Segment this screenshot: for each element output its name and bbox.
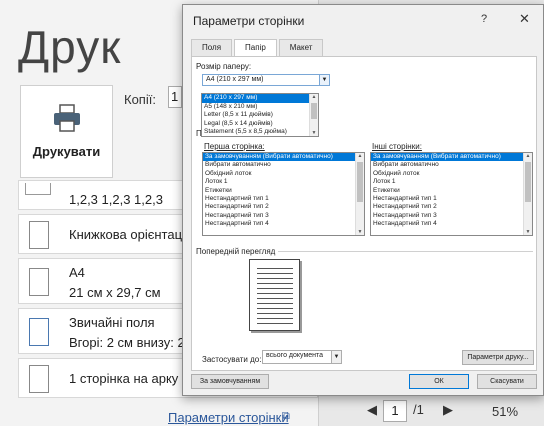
close-icon[interactable]: ✕ [519,11,530,27]
scroll-down-icon[interactable]: ▼ [525,229,531,235]
help-icon[interactable]: ? [481,13,487,25]
print-button[interactable]: Друкувати [20,85,113,178]
portrait-page-icon [29,221,49,249]
next-page-icon[interactable]: ▶ [443,402,453,418]
apply-to-select[interactable]: всього документа ▼ [262,350,342,364]
list-item[interactable]: Нестандартний тип 2 [371,203,532,211]
preview-divider [278,251,533,252]
margins-icon [29,318,49,346]
preview-line [257,308,293,309]
tab-layout[interactable]: Макет [278,39,324,56]
preview-line [257,283,293,284]
apply-to-label: Застосувати до: [202,355,262,364]
scrollbar-thumb[interactable] [525,162,531,202]
page-setup-link[interactable]: Параметри сторінки [168,410,289,425]
list-item[interactable]: Нестандартний тип 3 [371,212,532,220]
list-item[interactable]: Лоток 1 [371,178,532,186]
list-item[interactable]: Вибрати автоматично [203,161,364,169]
first-page-tray-list[interactable]: За замовчуванням (Вибрати автоматично) В… [202,152,365,236]
paper-size-label: Розмір паперу: [196,62,252,71]
paper-size-select[interactable]: А4 (210 x 297 мм) ▼ [202,74,330,86]
collate-icon [25,183,51,195]
paper-dimensions-text: 21 см x 29,7 см [69,285,161,300]
print-button-label: Друкувати [32,144,101,159]
print-options-button[interactable]: Параметри друку... [462,350,534,365]
list-item[interactable]: А5 (148 x 210 мм) [202,103,318,112]
tab-margins[interactable]: Поля [191,39,233,56]
list-item[interactable]: А4 (210 x 297 мм) [202,94,318,103]
current-page-input[interactable]: 1 [383,400,407,422]
scroll-down-icon[interactable]: ▼ [311,130,317,136]
margins-detail-text: Вгорі: 2 см внизу: 2 [69,335,185,350]
list-item[interactable]: Statement (5,5 x 8,5 дюйма) [202,128,318,136]
list-item[interactable]: Нестандартний тип 2 [203,203,364,211]
ok-button[interactable]: ОК [409,374,469,389]
apply-to-value: всього документа [266,352,324,359]
paper-size-text: А4 [69,265,85,280]
scrollbar[interactable]: ▲ ▼ [309,94,318,136]
page-total: /1 [413,402,424,417]
preview-line [257,298,293,299]
zoom-level: 51% [492,404,519,419]
preview-line [257,303,293,304]
preview-line [257,323,293,324]
cancel-button[interactable]: Скасувати [477,374,537,389]
collation-text: 1,2,3 1,2,3 1,2,3 [69,192,163,207]
other-pages-tray-list[interactable]: За замовчуванням (Вибрати автоматично) В… [370,152,533,236]
preview-line [257,278,293,279]
preview-line [257,268,293,269]
margins-text: Звичайні поля [69,315,155,330]
scrollbar-thumb[interactable] [357,162,363,202]
scrollbar-thumb[interactable] [311,103,317,119]
dialog-tabs: Поля Папір Макет [191,39,325,57]
print-page-title: Друк [18,21,122,73]
preview-line [257,273,293,274]
dialog-title: Параметри сторінки [193,14,305,28]
list-item[interactable]: Етикетки [203,187,364,195]
scroll-up-icon[interactable]: ▲ [357,153,363,159]
page-setup-dialog: Параметри сторінки ? ✕ Поля Папір Макет … [182,4,544,396]
chevron-down-icon[interactable]: ▼ [331,351,341,363]
orientation-text: Книжкова орієнтація [69,227,192,242]
preview-label: Попередній перегляд [196,247,276,256]
list-item[interactable]: Нестандартний тип 4 [203,220,364,228]
list-item[interactable]: Вибрати автоматично [371,161,532,169]
list-item[interactable]: Етикетки [371,187,532,195]
list-item[interactable]: Нестандартний тип 3 [203,212,364,220]
list-item[interactable]: Letter (8,5 x 11 дюймів) [202,111,318,120]
tab-paper[interactable]: Папір [234,39,277,57]
chevron-down-icon[interactable]: ▼ [319,75,329,85]
scrollbar[interactable]: ▲ ▼ [355,153,364,235]
other-pages-label: Інші сторінки: [372,142,422,151]
list-item[interactable]: Нестандартний тип 4 [371,220,532,228]
paper-size-icon [29,268,49,296]
preview-line [257,318,293,319]
page-preview [249,259,300,331]
scroll-up-icon[interactable]: ▲ [525,153,531,159]
scroll-down-icon[interactable]: ▼ [357,229,363,235]
copies-input[interactable]: 1 [168,86,182,108]
list-item[interactable]: Обхідний лоток [371,170,532,178]
list-item[interactable]: Лоток 1 [203,178,364,186]
first-page-label: Перша сторінка: [204,142,265,151]
pages-per-sheet-icon [29,365,49,393]
set-as-default-button[interactable]: За замовчуванням [191,374,269,389]
page-setup-dialog-launcher-icon[interactable]: ⧉ [282,410,290,423]
paper-size-value: А4 (210 x 297 мм) [206,76,264,83]
preview-line [257,288,293,289]
scroll-up-icon[interactable]: ▲ [311,94,317,100]
preview-line [257,293,293,294]
pages-per-sheet-text: 1 сторінка на арку [69,371,179,386]
paper-size-dropdown-list[interactable]: А4 (210 x 297 мм) А5 (148 x 210 мм) Lett… [201,93,319,137]
printer-icon [53,104,80,132]
list-item[interactable]: Обхідний лоток [203,170,364,178]
scrollbar[interactable]: ▲ ▼ [523,153,532,235]
copies-label: Копії: [124,92,156,107]
preview-line [257,313,293,314]
prev-page-icon[interactable]: ◀ [367,402,377,418]
